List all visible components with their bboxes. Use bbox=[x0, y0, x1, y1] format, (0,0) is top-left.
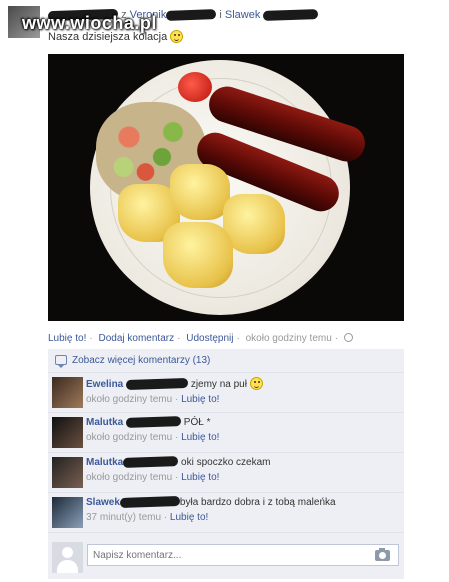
potato bbox=[163, 222, 233, 288]
commenter-avatar[interactable] bbox=[52, 377, 83, 408]
comment-icon bbox=[55, 355, 67, 368]
comment-like-link[interactable]: Lubię to! bbox=[170, 512, 208, 523]
comment-time[interactable]: 37 minut(y) temu bbox=[86, 512, 161, 523]
comment-item: Slawek była bardzo dobra i z tobą maleńka… bbox=[48, 493, 404, 533]
post-time[interactable]: około godziny temu bbox=[246, 333, 332, 344]
comment-like-link[interactable]: Lubię to! bbox=[181, 394, 219, 405]
comment-input[interactable] bbox=[87, 544, 399, 566]
comment-time[interactable]: około godziny temu bbox=[86, 432, 172, 443]
tagged-name-2[interactable]: Slawek bbox=[225, 9, 260, 21]
post-photo[interactable] bbox=[48, 54, 404, 321]
redacted-surname bbox=[119, 496, 181, 509]
comment-item: Malutka PÓŁ * około godziny temu · Lubię… bbox=[48, 413, 404, 453]
comment-text: oki spoczko czekam bbox=[181, 457, 271, 468]
commenter-avatar[interactable] bbox=[52, 457, 83, 488]
comment-text: PÓŁ * bbox=[183, 417, 211, 428]
comment-like-link[interactable]: Lubię to! bbox=[181, 472, 219, 483]
redacted-surname bbox=[125, 378, 189, 391]
smiley-icon bbox=[249, 377, 263, 390]
smiley-icon bbox=[170, 30, 184, 43]
comment-time[interactable]: około godziny temu bbox=[86, 394, 172, 405]
redacted-surname-1 bbox=[166, 9, 217, 21]
view-more-label: Zobacz więcej komentarzy (13) bbox=[72, 355, 211, 366]
tomato-garnish bbox=[178, 72, 212, 102]
share-link[interactable]: Udostępnij bbox=[186, 333, 233, 344]
globe-icon bbox=[344, 333, 354, 342]
write-comment-row bbox=[48, 538, 404, 578]
potato bbox=[170, 164, 230, 220]
comment-time[interactable]: około godziny temu bbox=[86, 472, 172, 483]
redacted-surname-2 bbox=[263, 9, 319, 22]
commenter-name[interactable]: Slawek bbox=[86, 497, 120, 508]
like-link[interactable]: Lubię to! bbox=[48, 333, 86, 344]
commenter-avatar[interactable] bbox=[52, 417, 83, 448]
my-avatar bbox=[52, 542, 83, 573]
commenter-name[interactable]: Ewelina bbox=[86, 379, 123, 390]
view-more-comments[interactable]: Zobacz więcej komentarzy (13) bbox=[48, 349, 404, 373]
post-header: www.wiocha.pl z Veronik i Slawek Nasza d… bbox=[8, 6, 443, 43]
header-and: i bbox=[219, 9, 222, 21]
potatoes bbox=[118, 164, 298, 304]
commenter-avatar[interactable] bbox=[52, 497, 83, 528]
comment-item: Ewelina zjemy na puł około godziny temu … bbox=[48, 373, 404, 413]
commenter-name[interactable]: Malutka bbox=[86, 417, 123, 428]
comment-text: zjemy na puł bbox=[190, 379, 247, 390]
redacted-surname bbox=[125, 416, 182, 429]
comment-item: Malutka oki spoczko czekam około godziny… bbox=[48, 453, 404, 493]
commenter-name[interactable]: Malutka bbox=[86, 457, 123, 468]
camera-icon[interactable] bbox=[375, 548, 390, 561]
comment-like-link[interactable]: Lubię to! bbox=[181, 432, 219, 443]
redacted-surname bbox=[123, 456, 179, 469]
add-comment-link[interactable]: Dodaj komentarz bbox=[99, 333, 175, 344]
comments-section: Zobacz więcej komentarzy (13) Ewelina zj… bbox=[48, 349, 404, 579]
watermark: www.wiocha.pl bbox=[22, 13, 157, 33]
comment-text: była bardzo dobra i z tobą maleńka bbox=[179, 497, 336, 508]
post-actions: Lubię to! · Dodaj komentarz · Udostępnij · … bbox=[48, 333, 354, 344]
